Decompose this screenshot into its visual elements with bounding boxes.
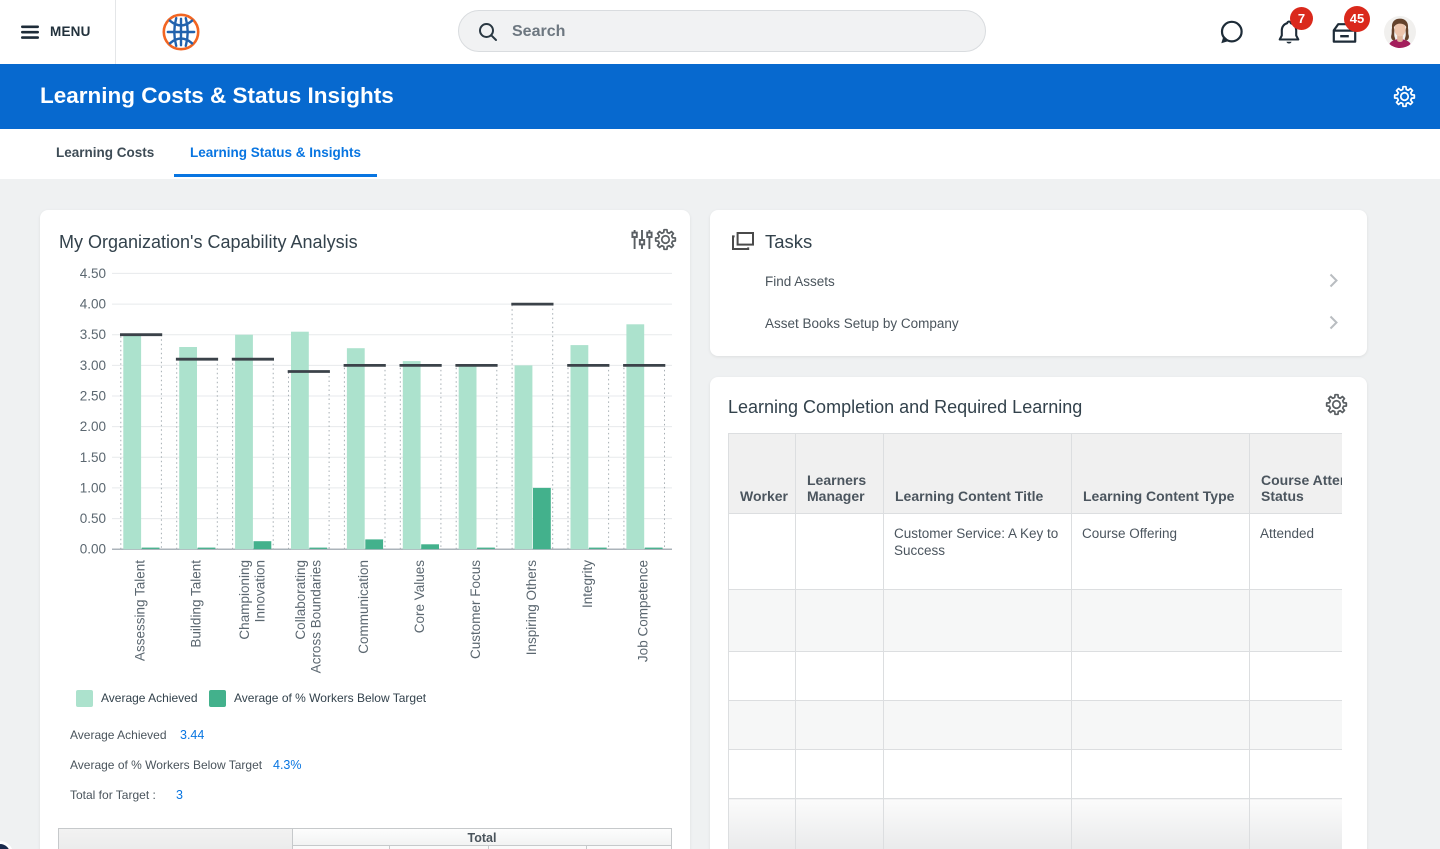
svg-text:1.50: 1.50 bbox=[80, 450, 106, 465]
svg-text:Job Competence: Job Competence bbox=[636, 560, 651, 662]
svg-text:4.00: 4.00 bbox=[80, 297, 106, 312]
svg-text:Inspiring Others: Inspiring Others bbox=[524, 560, 539, 656]
svg-text:2.00: 2.00 bbox=[80, 419, 106, 434]
svg-text:0.00: 0.00 bbox=[80, 542, 106, 557]
svg-text:3.00: 3.00 bbox=[80, 358, 106, 373]
svg-text:4.50: 4.50 bbox=[80, 266, 106, 281]
svg-text:Assessing Talent: Assessing Talent bbox=[133, 560, 148, 661]
svg-text:ChampioningInnovation: ChampioningInnovation bbox=[237, 560, 268, 640]
svg-text:Communication: Communication bbox=[356, 560, 371, 654]
svg-text:Integrity: Integrity bbox=[580, 560, 595, 608]
svg-text:3.50: 3.50 bbox=[80, 327, 106, 342]
svg-text:Core Values: Core Values bbox=[412, 560, 427, 634]
svg-text:2.50: 2.50 bbox=[80, 389, 106, 404]
svg-text:CollaboratingAcross Boundaries: CollaboratingAcross Boundaries bbox=[293, 560, 324, 674]
svg-text:Building Talent: Building Talent bbox=[189, 560, 204, 648]
svg-text:Customer Focus: Customer Focus bbox=[468, 560, 483, 659]
svg-text:0.50: 0.50 bbox=[80, 511, 106, 526]
svg-text:1.00: 1.00 bbox=[80, 480, 106, 495]
